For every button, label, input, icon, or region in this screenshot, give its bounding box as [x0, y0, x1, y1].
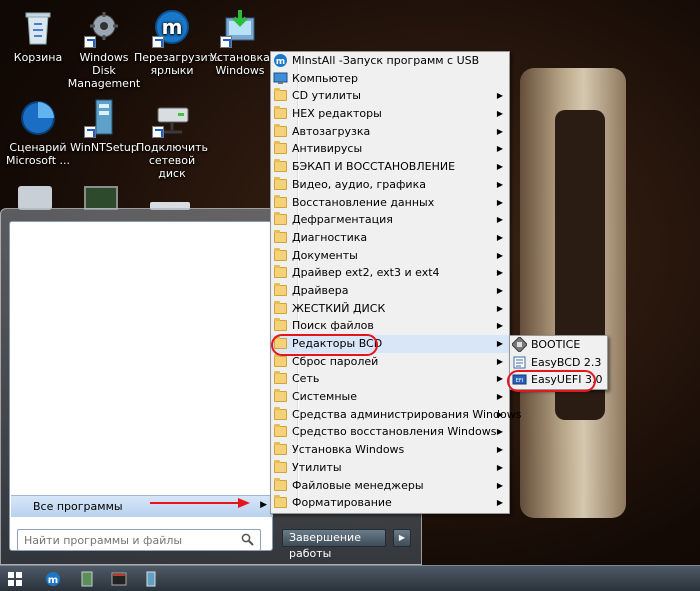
taskbar-folder-icon[interactable]	[78, 570, 96, 588]
taskbar-winntsetup-icon[interactable]	[142, 570, 160, 588]
start-button[interactable]	[6, 570, 24, 588]
arrow-to-all-programs	[150, 498, 250, 508]
taskbar: m	[0, 565, 700, 591]
taskbar-console-icon[interactable]	[110, 570, 128, 588]
svg-text:m: m	[48, 575, 58, 586]
annotation-arrows	[26, 498, 250, 584]
taskbar-minstall-icon[interactable]: m	[44, 570, 62, 588]
windows-logo-icon	[8, 572, 22, 586]
